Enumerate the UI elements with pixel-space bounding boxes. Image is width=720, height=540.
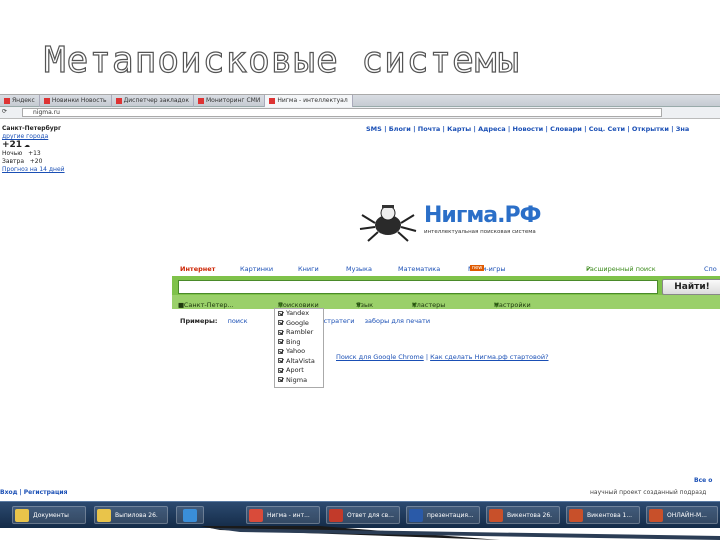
weather-row-value: +20 [29, 158, 43, 165]
logo-brand-text: Нигма.РФ [424, 203, 541, 228]
weather-row-label: Ночью [2, 150, 23, 157]
tab-yandex[interactable]: Яндекс [0, 95, 40, 107]
weather-row-label: Завтра [2, 158, 25, 165]
extended-search-label: Расширенный поиск [586, 265, 656, 273]
tab-favicon-icon [4, 97, 10, 104]
engine-label: Bing [286, 337, 301, 346]
engine-label: Nigma [286, 375, 308, 384]
engine-label: Aport [286, 366, 304, 374]
tab-strip: Яндекс Новинки Новость Диспетчер закладо… [0, 95, 720, 107]
address-bar-row: ⟳ nigma.ru [0, 107, 720, 119]
engine-label: AltaVista [286, 356, 315, 365]
forecast-link[interactable]: Прогноз на 14 дней [2, 166, 82, 174]
cat-images[interactable]: Картинки [240, 265, 273, 273]
cat-right-clip[interactable]: Спо [704, 265, 717, 273]
url-field[interactable]: nigma.ru [22, 108, 662, 117]
region-label: в Санкт-Петер... [178, 301, 234, 309]
engines-dropdown: Yandex Google Rambler Bing Yahoo AltaVis… [274, 308, 324, 388]
checkbox-checked-icon [278, 358, 283, 363]
weather-widget: Санкт-Петербург другие города +21 ☁ Ночь… [2, 125, 82, 174]
tab-nigma[interactable]: Нигма - интеллектуал [265, 95, 353, 107]
cat-books[interactable]: Книги [298, 265, 319, 273]
checkbox-checked-icon [278, 310, 283, 316]
checkbox-checked-icon [278, 329, 283, 335]
engine-option[interactable]: Aport [275, 366, 323, 376]
engine-option[interactable]: Yandex [275, 309, 323, 319]
weather-row-value: +13 [28, 150, 41, 157]
folder-icon [15, 509, 29, 522]
engine-option[interactable]: AltaVista [275, 357, 323, 367]
temp-now: +21 [2, 140, 23, 150]
tab-bookmarks[interactable]: Диспетчер закладок [112, 95, 194, 107]
checkbox-checked-icon [278, 367, 283, 373]
filter-bar: ■ в Санкт-Петер... ▼ Поисковики ▼ Язык ▼… [172, 295, 720, 309]
engine-label: Rambler [286, 328, 314, 336]
reload-icon[interactable]: ⟳ [2, 108, 7, 115]
taskbar-item-folder[interactable]: Выпилова 26. [94, 506, 168, 524]
chrome-search-link[interactable]: Поиск для Google Chrome [336, 353, 424, 361]
tab-favicon-icon [115, 97, 122, 104]
engine-label: Yahoo [286, 347, 306, 355]
decorative-slide-swoosh [200, 526, 720, 540]
engine-option[interactable]: Nigma [275, 376, 323, 386]
checkbox-checked-icon [278, 348, 283, 354]
engine-option[interactable]: Rambler [275, 328, 323, 338]
tab-favicon-icon [269, 97, 276, 104]
nigma-logo[interactable]: Нигма.РФ интеллектуальная поисковая сист… [358, 199, 558, 243]
chrome-links: Поиск для Google Chrome | Как сделать Ни… [336, 353, 549, 361]
checkbox-checked-icon [278, 320, 283, 325]
browser-screenshot: Яндекс Новинки Новость Диспетчер закладо… [0, 94, 720, 528]
filter-label: Настройки [494, 301, 531, 309]
weather-city: Санкт-Петербург [2, 125, 62, 132]
engine-label: Google [286, 318, 309, 327]
about-link[interactable]: Все о [694, 477, 712, 484]
logo-tagline: интеллектуальная поисковая система [424, 229, 536, 235]
login-register-links[interactable]: Вход | Регистрация [0, 489, 67, 496]
make-start-page-link[interactable]: Как сделать Нигма.рф стартовой? [430, 353, 548, 361]
cat-music[interactable]: Музыка [346, 265, 372, 273]
tab-novinki[interactable]: Новинки Новость [40, 95, 112, 107]
checkbox-checked-icon [278, 377, 283, 382]
examples-label: Примеры: [180, 317, 218, 325]
weather-cloud-icon: ☁ [24, 142, 30, 149]
cat-math[interactable]: Математика [398, 265, 440, 273]
example-link[interactable]: стратеги [324, 317, 355, 325]
tab-monitoring[interactable]: Мониторинг СМИ [194, 95, 266, 107]
tab-favicon-icon [197, 97, 204, 104]
filter-label: Кластеры [412, 301, 446, 309]
search-button[interactable]: Найти! [662, 279, 720, 295]
engine-label: Yandex [286, 309, 310, 317]
folder-icon [97, 509, 111, 522]
cat-internet[interactable]: Интернет [180, 265, 215, 273]
new-badge: new [470, 265, 485, 271]
engine-option[interactable]: Bing [275, 338, 323, 348]
taskbar-item-documents[interactable]: Документы [12, 506, 86, 524]
example-link[interactable]: поиск [228, 317, 248, 325]
filter-label: Язык [356, 301, 374, 309]
tab-favicon-icon [43, 97, 50, 104]
taskbar-label: Документы [33, 512, 69, 519]
spider-mascot-icon [359, 205, 417, 242]
top-services-nav[interactable]: SMS | Блоги | Почта | Карты | Адреса | Н… [366, 125, 720, 133]
slide-title: Метапоисковые системы [43, 39, 521, 81]
engine-option[interactable]: Google [275, 319, 323, 329]
example-link[interactable]: заборы для печати [365, 317, 430, 325]
ie-icon [183, 509, 197, 522]
footer-description: научный проект созданный подразд [590, 489, 707, 496]
taskbar-label: Выпилова 26. [115, 512, 158, 519]
checkbox-checked-icon [278, 339, 283, 344]
search-input[interactable] [178, 280, 658, 294]
engine-option[interactable]: Yahoo [275, 347, 323, 357]
